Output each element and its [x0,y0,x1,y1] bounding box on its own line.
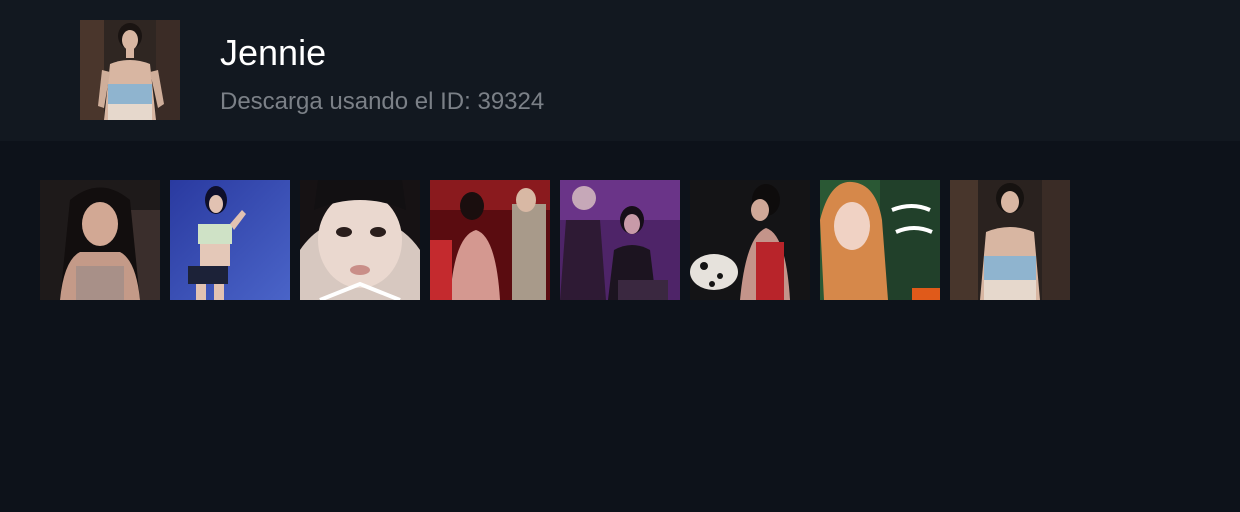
gallery-thumbnail-4[interactable] [430,180,550,300]
gallery-thumbnail-1[interactable] [40,180,160,300]
download-id-text: Descarga usando el ID: 39324 [220,88,545,115]
profile-name: Jennie [220,32,327,73]
gallery-thumbnail-5[interactable] [560,180,680,300]
gallery-thumbnail-8[interactable] [950,180,1070,300]
gallery-thumbnail-7[interactable] [820,180,940,300]
profile-header: Jennie Descarga usando el ID: 39324 [0,0,1240,141]
gallery-thumbnail-2[interactable] [170,180,290,300]
profile-avatar [80,20,180,120]
gallery-thumbnail-3[interactable] [300,180,420,300]
gallery-thumbnail-6[interactable] [690,180,810,300]
